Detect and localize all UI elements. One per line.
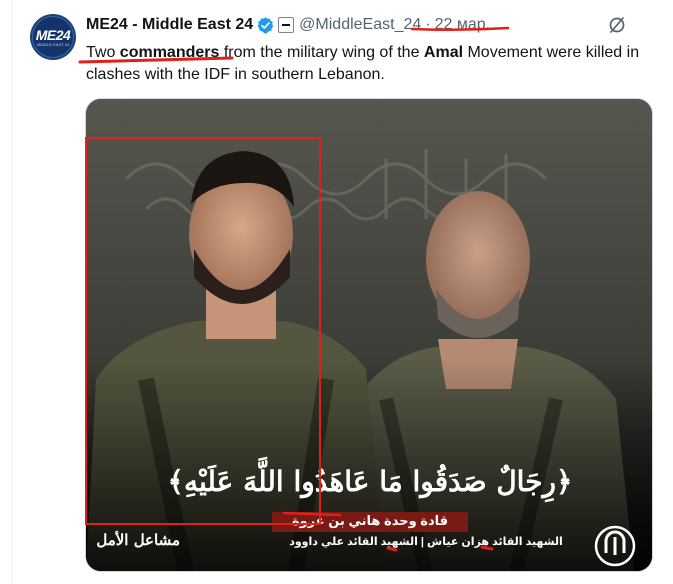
tweet-keyword-commanders: commanders	[119, 44, 220, 61]
grok-more-icon[interactable]	[606, 14, 628, 36]
left-logo-text: مشاعل الأمل	[96, 531, 180, 549]
media-photo	[86, 99, 652, 571]
tweet-text-part: from the military wing of the	[219, 44, 424, 61]
tweet-text-part: Two	[86, 44, 120, 61]
tweet-container[interactable]: ME24 MIDDLE EAST 24 ME24 - Middle East 2…	[0, 0, 673, 584]
martyr-names: الشهيد القائد هزان عياش | الشهيد القائد …	[289, 536, 563, 548]
avatar-subtext: MIDDLE EAST 24	[36, 41, 70, 47]
account-name[interactable]: ME24 - Middle East 24	[86, 16, 253, 34]
separator-dot: ·	[425, 16, 431, 33]
affiliate-badge-icon[interactable]	[278, 17, 295, 33]
calligraphy-verse: ﴿رِجَالٌ صَدَقُوا مَا عَاهَدُوا اللَّهَ …	[167, 465, 573, 498]
tweet-keyword-amal: Amal	[423, 44, 464, 61]
timeline-divider	[11, 0, 12, 584]
avatar[interactable]: ME24 MIDDLE EAST 24	[30, 14, 76, 60]
account-handle[interactable]: @MiddleEast_24	[299, 16, 421, 34]
avatar-logo: ME24 MIDDLE EAST 24	[32, 16, 74, 58]
avatar-text: ME24	[35, 26, 71, 43]
verified-badge-icon[interactable]	[256, 16, 275, 35]
movement-logo-icon	[594, 525, 636, 567]
tweet-media-image[interactable]: ﴿رِجَالٌ صَدَقُوا مَا عَاهَدُوا اللَّهَ …	[85, 98, 653, 572]
tweet-text: Two commanders from the military wing of…	[86, 42, 666, 86]
tweet-header: ME24 - Middle East 24 @MiddleEast_24 · 2…	[86, 14, 490, 36]
timestamp[interactable]: 22 мар.	[435, 16, 490, 34]
unit-subtitle: قادة وحدة هاني بن عروة	[291, 513, 449, 528]
